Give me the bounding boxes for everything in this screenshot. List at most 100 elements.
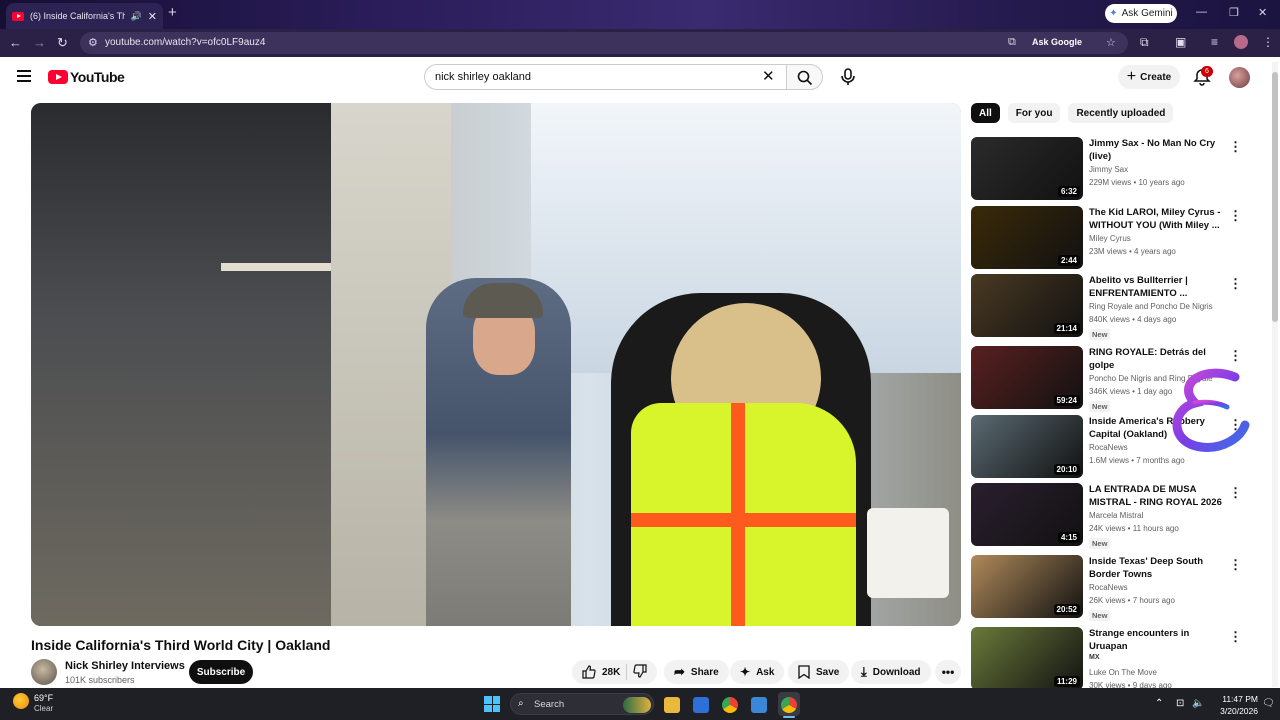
window-close-icon[interactable]: ✕ bbox=[1258, 6, 1267, 19]
weather-moon-icon[interactable] bbox=[13, 693, 29, 709]
recommendation-item[interactable]: 20:52 Inside Texas' Deep South Border Tow… bbox=[971, 555, 1261, 621]
hamburger-menu-icon[interactable] bbox=[17, 70, 31, 85]
video-thumbnail[interactable]: 2:44 bbox=[971, 206, 1083, 269]
browser-menu-icon[interactable]: ⋮ bbox=[1262, 35, 1274, 49]
network-icon[interactable]: ⊡ bbox=[1176, 698, 1184, 709]
browser-tab[interactable]: (6) Inside California's Third 🔊 ✕ bbox=[6, 3, 163, 29]
taskbar-search[interactable]: ⌕ Search bbox=[510, 693, 654, 715]
search-button[interactable] bbox=[786, 64, 823, 90]
forward-icon[interactable]: → bbox=[33, 35, 46, 50]
more-vertical-icon[interactable]: ⋮ bbox=[1229, 208, 1242, 224]
share-button[interactable]: ➦ Share bbox=[664, 660, 729, 684]
tab-audio-icon[interactable]: 🔊 bbox=[131, 11, 142, 22]
account-avatar[interactable] bbox=[1229, 67, 1250, 88]
ask-button[interactable]: ✦ Ask bbox=[730, 660, 785, 684]
more-vertical-icon[interactable]: ⋮ bbox=[1229, 485, 1242, 501]
channel-name[interactable]: Nick Shirley Interviews bbox=[65, 660, 185, 672]
video-player[interactable] bbox=[31, 103, 961, 626]
recommendation-title[interactable]: The Kid LAROI, Miley Cyrus - WITHOUT YOU… bbox=[1089, 206, 1225, 232]
ask-gemini-button[interactable]: ✦ Ask Gemini bbox=[1105, 4, 1177, 23]
clear-search-icon[interactable]: ✕ bbox=[762, 67, 775, 85]
video-thumbnail[interactable]: 4:15 bbox=[971, 483, 1083, 546]
video-duration: 11:29 bbox=[1053, 676, 1080, 687]
video-duration: 20:10 bbox=[1053, 464, 1080, 475]
extensions-icon[interactable]: ⧉ bbox=[1140, 35, 1149, 50]
video-thumbnail[interactable]: 11:29 bbox=[971, 627, 1083, 690]
recommendation-channel[interactable]: RocaNews bbox=[1089, 443, 1128, 452]
recommendation-item[interactable]: 2:44 The Kid LAROI, Miley Cyrus - WITHOUT… bbox=[971, 206, 1261, 270]
reading-list-icon[interactable]: ≡ bbox=[1211, 35, 1218, 49]
search-input[interactable]: nick shirley oakland bbox=[424, 64, 786, 90]
chip-all[interactable]: All bbox=[971, 103, 1000, 123]
outlook-icon[interactable] bbox=[693, 697, 709, 713]
weather-temperature[interactable]: 69°F bbox=[34, 693, 53, 703]
recommendation-title[interactable]: Inside Texas' Deep South Border Towns bbox=[1089, 555, 1225, 581]
weather-condition[interactable]: Clear bbox=[34, 704, 53, 713]
more-vertical-icon[interactable]: ⋮ bbox=[1229, 276, 1242, 292]
more-vertical-icon[interactable]: ⋮ bbox=[1229, 629, 1242, 645]
tab-close-icon[interactable]: ✕ bbox=[148, 10, 157, 23]
create-button[interactable]: + Create bbox=[1118, 65, 1180, 89]
video-thumbnail[interactable]: 6:32 bbox=[971, 137, 1083, 200]
dislike-button[interactable] bbox=[633, 663, 647, 681]
minimize-icon[interactable]: — bbox=[1196, 6, 1207, 18]
like-divider bbox=[626, 664, 628, 680]
save-button[interactable]: Save bbox=[788, 660, 850, 684]
clock-time[interactable]: 11:47 PM bbox=[1214, 694, 1258, 704]
more-actions-button[interactable]: ••• bbox=[935, 660, 961, 684]
recommendation-title[interactable]: Abelito vs Bullterrier | ENFRENTAMIENTO … bbox=[1089, 274, 1225, 300]
reload-icon[interactable]: ↻ bbox=[57, 35, 68, 51]
browser-profile-avatar[interactable] bbox=[1234, 35, 1248, 49]
video-thumbnail[interactable]: 59:24 bbox=[971, 346, 1083, 409]
chip-for-you[interactable]: For you bbox=[1007, 103, 1061, 123]
recommendation-title[interactable]: LA ENTRADA DE MUSA MISTRAL - RING ROYAL … bbox=[1089, 483, 1225, 509]
download-button[interactable]: ⤓ Download bbox=[851, 660, 931, 684]
clock-date[interactable]: 3/20/2026 bbox=[1212, 706, 1258, 716]
ask-gemini-label: Ask Gemini bbox=[1121, 8, 1173, 19]
recommendation-channel[interactable]: Jimmy Sax bbox=[1089, 165, 1128, 174]
more-vertical-icon[interactable]: ⋮ bbox=[1229, 557, 1242, 573]
volume-icon[interactable]: 🔈 bbox=[1192, 698, 1204, 709]
recommendation-item[interactable]: 4:15 LA ENTRADA DE MUSA MISTRAL - RING RO… bbox=[971, 483, 1261, 549]
video-thumbnail[interactable]: 20:10 bbox=[971, 415, 1083, 478]
subscriber-count: 101K subscribers bbox=[65, 675, 135, 685]
video-frame-man-hat bbox=[463, 283, 543, 318]
recommendation-item[interactable]: 6:32 Jimmy Sax - No Man No Cry (live) Jimm… bbox=[971, 137, 1261, 201]
media-icon[interactable]: ▣ bbox=[1175, 35, 1186, 49]
recommendation-title[interactable]: Strange encounters in Uruapan bbox=[1089, 627, 1225, 653]
like-button[interactable]: 28K bbox=[582, 665, 620, 679]
notification-center-icon[interactable]: 🗨 bbox=[1262, 698, 1275, 709]
recommendation-item[interactable]: 21:14 Abelito vs Bullterrier | ENFRENTAMI… bbox=[971, 274, 1261, 340]
chrome-active-icon[interactable] bbox=[781, 697, 797, 713]
windows-start-icon[interactable] bbox=[484, 696, 500, 712]
video-thumbnail[interactable]: 20:52 bbox=[971, 555, 1083, 618]
voice-search-button[interactable] bbox=[836, 65, 860, 89]
more-vertical-icon[interactable]: ⋮ bbox=[1229, 139, 1242, 155]
page-scrollbar-thumb[interactable] bbox=[1272, 72, 1278, 322]
subscribe-button[interactable]: Subscribe bbox=[189, 660, 253, 684]
recommendation-channel[interactable]: Marcela Mistral bbox=[1089, 511, 1143, 520]
recommendation-channel[interactable]: Ring Royale and Poncho De Nigris bbox=[1089, 302, 1213, 311]
more-vertical-icon[interactable]: ⋮ bbox=[1229, 348, 1242, 364]
tray-overflow-icon[interactable]: ⌃ bbox=[1155, 698, 1163, 709]
maximize-icon[interactable]: ❐ bbox=[1229, 6, 1239, 19]
bookmark-star-icon[interactable]: ☆ bbox=[1106, 36, 1116, 49]
video-thumbnail[interactable]: 21:14 bbox=[971, 274, 1083, 337]
recommendation-channel[interactable]: Miley Cyrus bbox=[1089, 234, 1131, 243]
ask-google-button[interactable]: Ask Google bbox=[1032, 37, 1082, 47]
address-bar[interactable]: ⚙ youtube.com/watch?v=ofc0LF9auz4 ⧉ Ask … bbox=[80, 32, 1128, 54]
chrome-icon[interactable] bbox=[722, 697, 738, 713]
chip-recently-uploaded[interactable]: Recently uploaded bbox=[1068, 103, 1174, 123]
file-explorer-icon[interactable] bbox=[664, 697, 680, 713]
install-app-icon[interactable]: ⧉ bbox=[1008, 36, 1016, 49]
store-icon[interactable] bbox=[751, 697, 767, 713]
new-tab-icon[interactable]: + bbox=[168, 4, 177, 21]
channel-avatar[interactable] bbox=[31, 659, 57, 685]
site-info-icon[interactable]: ⚙ bbox=[88, 36, 98, 49]
recommendation-channel[interactable]: RocaNews bbox=[1089, 583, 1128, 592]
recommendation-item[interactable]: 11:29 Strange encounters in Uruapan MX Luke… bbox=[971, 627, 1261, 691]
youtube-logo[interactable]: YouTube bbox=[48, 69, 125, 85]
recommendation-title[interactable]: Jimmy Sax - No Man No Cry (live) bbox=[1089, 137, 1225, 163]
recommendation-channel[interactable]: Luke On The Move bbox=[1089, 668, 1157, 677]
back-icon[interactable]: ← bbox=[9, 35, 22, 50]
